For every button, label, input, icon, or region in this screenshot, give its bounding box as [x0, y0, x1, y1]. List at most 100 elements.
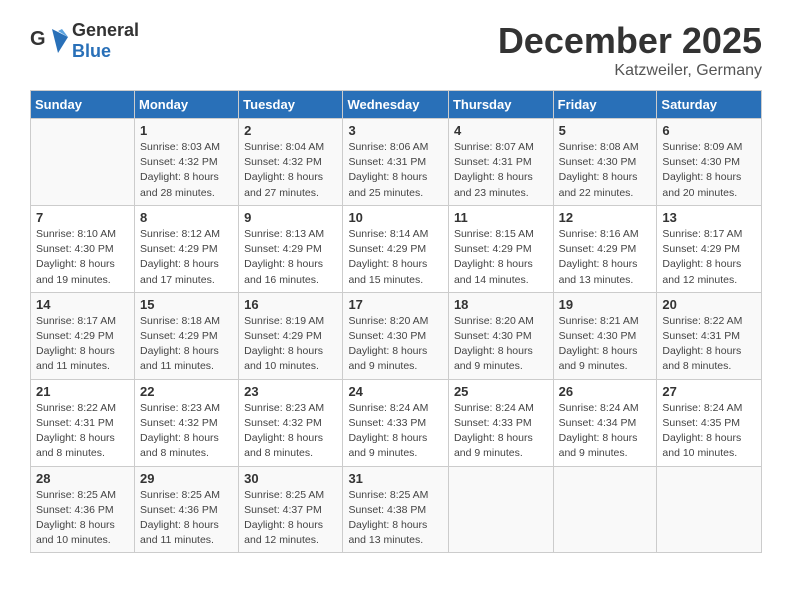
calendar-cell — [657, 466, 762, 553]
calendar-cell: 24 Sunrise: 8:24 AM Sunset: 4:33 PM Dayli… — [343, 379, 448, 466]
day-number: 20 — [662, 297, 756, 312]
calendar-cell: 28 Sunrise: 8:25 AM Sunset: 4:36 PM Dayli… — [31, 466, 135, 553]
day-info: Sunrise: 8:09 AM Sunset: 4:30 PM Dayligh… — [662, 140, 756, 201]
calendar-week-row: 28 Sunrise: 8:25 AM Sunset: 4:36 PM Dayli… — [31, 466, 762, 553]
logo-icon: G — [30, 25, 68, 57]
day-info: Sunrise: 8:23 AM Sunset: 4:32 PM Dayligh… — [244, 401, 337, 462]
day-number: 12 — [559, 210, 652, 225]
day-number: 3 — [348, 123, 442, 138]
day-info: Sunrise: 8:06 AM Sunset: 4:31 PM Dayligh… — [348, 140, 442, 201]
day-number: 29 — [140, 471, 233, 486]
day-info: Sunrise: 8:25 AM Sunset: 4:38 PM Dayligh… — [348, 488, 442, 549]
calendar-cell: 5 Sunrise: 8:08 AM Sunset: 4:30 PM Daylig… — [553, 119, 657, 206]
calendar-cell: 14 Sunrise: 8:17 AM Sunset: 4:29 PM Dayli… — [31, 292, 135, 379]
day-info: Sunrise: 8:08 AM Sunset: 4:30 PM Dayligh… — [559, 140, 652, 201]
calendar-cell: 16Sunrise: 8:19 AM Sunset: 4:29 PM Dayli… — [239, 292, 343, 379]
calendar-cell: 10Sunrise: 8:14 AM Sunset: 4:29 PM Dayli… — [343, 205, 448, 292]
day-number: 15 — [140, 297, 233, 312]
calendar-week-row: 14 Sunrise: 8:17 AM Sunset: 4:29 PM Dayli… — [31, 292, 762, 379]
location-title: Katzweiler, Germany — [498, 62, 762, 80]
calendar-cell — [553, 466, 657, 553]
day-number: 6 — [662, 123, 756, 138]
logo: G General Blue — [30, 20, 139, 62]
month-title: December 2025 — [498, 20, 762, 62]
day-number: 27 — [662, 384, 756, 399]
day-number: 1 — [140, 123, 233, 138]
weekday-header: Sunday — [31, 91, 135, 119]
calendar-cell: 6 Sunrise: 8:09 AM Sunset: 4:30 PM Daylig… — [657, 119, 762, 206]
day-info: Sunrise: 8:17 AM Sunset: 4:29 PM Dayligh… — [662, 227, 756, 288]
day-info: Sunrise: 8:24 AM Sunset: 4:33 PM Dayligh… — [348, 401, 442, 462]
calendar-cell — [448, 466, 553, 553]
day-info: Sunrise: 8:23 AM Sunset: 4:32 PM Dayligh… — [140, 401, 233, 462]
day-info: Sunrise: 8:24 AM Sunset: 4:34 PM Dayligh… — [559, 401, 652, 462]
weekday-header-row: SundayMondayTuesdayWednesdayThursdayFrid… — [31, 91, 762, 119]
logo-general: General — [72, 20, 139, 40]
calendar-cell: 23 Sunrise: 8:23 AM Sunset: 4:32 PM Dayli… — [239, 379, 343, 466]
day-number: 24 — [348, 384, 442, 399]
day-info: Sunrise: 8:18 AM Sunset: 4:29 PM Dayligh… — [140, 314, 233, 375]
day-number: 9 — [244, 210, 337, 225]
day-info: Sunrise: 8:22 AM Sunset: 4:31 PM Dayligh… — [36, 401, 129, 462]
weekday-header: Wednesday — [343, 91, 448, 119]
day-info: Sunrise: 8:24 AM Sunset: 4:33 PM Dayligh… — [454, 401, 548, 462]
weekday-header: Tuesday — [239, 91, 343, 119]
calendar-cell: 17Sunrise: 8:20 AM Sunset: 4:30 PM Dayli… — [343, 292, 448, 379]
day-info: Sunrise: 8:14 AM Sunset: 4:29 PM Dayligh… — [348, 227, 442, 288]
calendar-cell: 22Sunrise: 8:23 AM Sunset: 4:32 PM Dayli… — [135, 379, 239, 466]
calendar-cell: 21 Sunrise: 8:22 AM Sunset: 4:31 PM Dayli… — [31, 379, 135, 466]
calendar-week-row: 7Sunrise: 8:10 AM Sunset: 4:30 PM Daylig… — [31, 205, 762, 292]
day-info: Sunrise: 8:15 AM Sunset: 4:29 PM Dayligh… — [454, 227, 548, 288]
day-info: Sunrise: 8:22 AM Sunset: 4:31 PM Dayligh… — [662, 314, 756, 375]
calendar-cell — [31, 119, 135, 206]
calendar-cell: 1 Sunrise: 8:03 AM Sunset: 4:32 PM Daylig… — [135, 119, 239, 206]
calendar-cell: 7Sunrise: 8:10 AM Sunset: 4:30 PM Daylig… — [31, 205, 135, 292]
svg-text:G: G — [30, 28, 46, 50]
calendar-cell: 19 Sunrise: 8:21 AM Sunset: 4:30 PM Dayli… — [553, 292, 657, 379]
day-info: Sunrise: 8:03 AM Sunset: 4:32 PM Dayligh… — [140, 140, 233, 201]
day-number: 13 — [662, 210, 756, 225]
calendar-week-row: 1 Sunrise: 8:03 AM Sunset: 4:32 PM Daylig… — [31, 119, 762, 206]
calendar-cell: 18Sunrise: 8:20 AM Sunset: 4:30 PM Dayli… — [448, 292, 553, 379]
day-number: 28 — [36, 471, 129, 486]
day-number: 7 — [36, 210, 129, 225]
day-number: 2 — [244, 123, 337, 138]
calendar-table: SundayMondayTuesdayWednesdayThursdayFrid… — [30, 90, 762, 553]
calendar-cell: 25 Sunrise: 8:24 AM Sunset: 4:33 PM Dayli… — [448, 379, 553, 466]
day-number: 19 — [559, 297, 652, 312]
calendar-cell: 20 Sunrise: 8:22 AM Sunset: 4:31 PM Dayli… — [657, 292, 762, 379]
day-info: Sunrise: 8:16 AM Sunset: 4:29 PM Dayligh… — [559, 227, 652, 288]
weekday-header: Thursday — [448, 91, 553, 119]
calendar-cell: 4Sunrise: 8:07 AM Sunset: 4:31 PM Daylig… — [448, 119, 553, 206]
day-info: Sunrise: 8:25 AM Sunset: 4:36 PM Dayligh… — [36, 488, 129, 549]
weekday-header: Saturday — [657, 91, 762, 119]
calendar-cell: 13 Sunrise: 8:17 AM Sunset: 4:29 PM Dayli… — [657, 205, 762, 292]
day-info: Sunrise: 8:17 AM Sunset: 4:29 PM Dayligh… — [36, 314, 129, 375]
day-number: 4 — [454, 123, 548, 138]
calendar-cell: 3 Sunrise: 8:06 AM Sunset: 4:31 PM Daylig… — [343, 119, 448, 206]
day-number: 11 — [454, 210, 548, 225]
calendar-cell: 30 Sunrise: 8:25 AM Sunset: 4:37 PM Dayli… — [239, 466, 343, 553]
day-number: 14 — [36, 297, 129, 312]
day-number: 25 — [454, 384, 548, 399]
day-info: Sunrise: 8:25 AM Sunset: 4:36 PM Dayligh… — [140, 488, 233, 549]
calendar-cell: 8Sunrise: 8:12 AM Sunset: 4:29 PM Daylig… — [135, 205, 239, 292]
day-number: 26 — [559, 384, 652, 399]
weekday-header: Friday — [553, 91, 657, 119]
day-number: 5 — [559, 123, 652, 138]
title-area: December 2025 Katzweiler, Germany — [498, 20, 762, 80]
day-number: 30 — [244, 471, 337, 486]
day-number: 21 — [36, 384, 129, 399]
calendar-cell: 31Sunrise: 8:25 AM Sunset: 4:38 PM Dayli… — [343, 466, 448, 553]
page-header: G General Blue December 2025 Katzweiler,… — [30, 20, 762, 80]
day-number: 18 — [454, 297, 548, 312]
calendar-cell: 9Sunrise: 8:13 AM Sunset: 4:29 PM Daylig… — [239, 205, 343, 292]
day-number: 23 — [244, 384, 337, 399]
day-info: Sunrise: 8:21 AM Sunset: 4:30 PM Dayligh… — [559, 314, 652, 375]
weekday-header: Monday — [135, 91, 239, 119]
calendar-cell: 2Sunrise: 8:04 AM Sunset: 4:32 PM Daylig… — [239, 119, 343, 206]
calendar-cell: 15 Sunrise: 8:18 AM Sunset: 4:29 PM Dayli… — [135, 292, 239, 379]
day-info: Sunrise: 8:19 AM Sunset: 4:29 PM Dayligh… — [244, 314, 337, 375]
day-info: Sunrise: 8:25 AM Sunset: 4:37 PM Dayligh… — [244, 488, 337, 549]
calendar-cell: 12 Sunrise: 8:16 AM Sunset: 4:29 PM Dayli… — [553, 205, 657, 292]
